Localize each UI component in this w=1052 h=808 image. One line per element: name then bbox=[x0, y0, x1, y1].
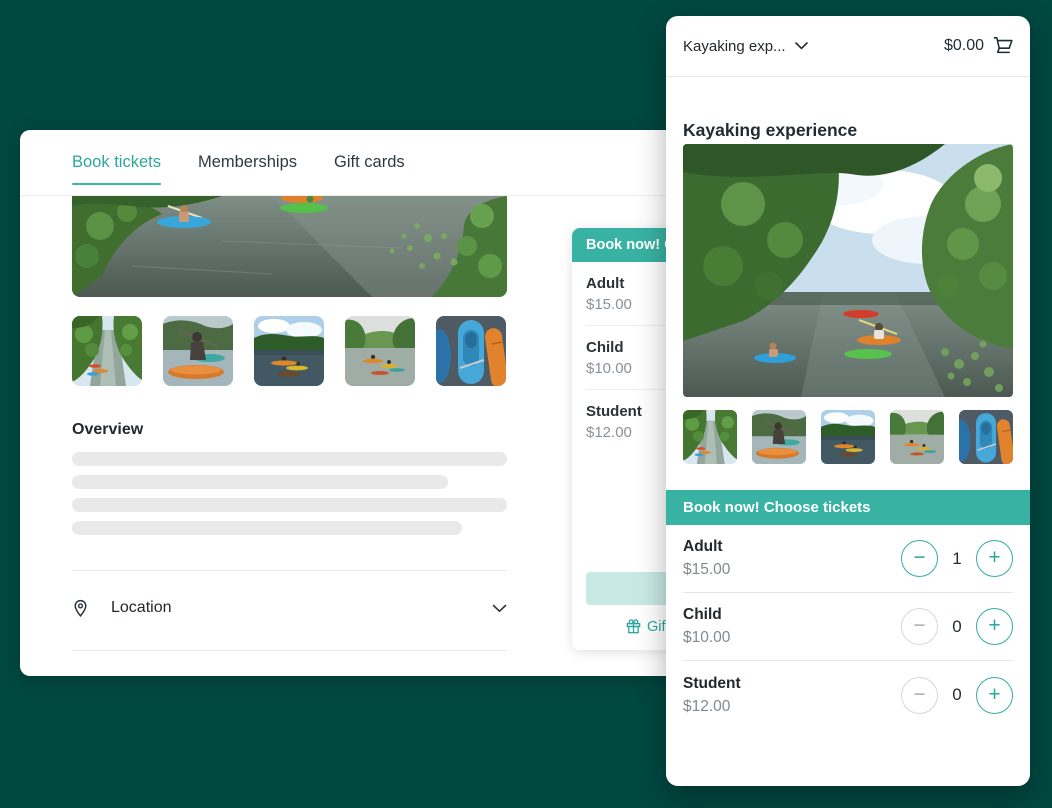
ticket-name: Adult bbox=[683, 538, 730, 556]
chevron-down-icon bbox=[795, 42, 808, 50]
quantity-stepper: − 0 + bbox=[901, 608, 1013, 645]
thumbnail-kayaker[interactable] bbox=[752, 410, 806, 464]
thumbnail-lake[interactable] bbox=[254, 316, 324, 386]
thumbnail-group-paddle[interactable] bbox=[345, 316, 415, 386]
location-pin-icon bbox=[72, 599, 89, 618]
section-divider bbox=[72, 570, 507, 571]
ticket-row: Child $10.00 bbox=[586, 326, 670, 390]
cart-button[interactable]: $0.00 bbox=[944, 36, 1014, 56]
text-skeleton-line bbox=[72, 452, 507, 466]
tab-gift-cards[interactable]: Gift cards bbox=[334, 153, 405, 172]
choose-tickets-banner: Book now! Choose tickets bbox=[666, 490, 1030, 525]
ticket-price: $15.00 bbox=[586, 296, 670, 313]
hero-photo[interactable] bbox=[72, 196, 507, 297]
decrease-button[interactable]: − bbox=[901, 677, 938, 714]
increase-button[interactable]: + bbox=[976, 540, 1013, 577]
ticket-name: Student bbox=[586, 403, 670, 420]
section-divider bbox=[72, 650, 507, 651]
cart-icon bbox=[992, 36, 1014, 56]
thumbnail-river[interactable] bbox=[72, 316, 142, 386]
location-accordion[interactable]: Location bbox=[72, 574, 507, 642]
experience-selector[interactable]: Kayaking exp... bbox=[683, 38, 808, 55]
text-skeleton-line bbox=[72, 521, 462, 535]
gallery-thumbnails bbox=[683, 410, 1013, 464]
ticket-name: Child bbox=[586, 339, 670, 356]
experience-title: Kayaking experience bbox=[683, 120, 857, 141]
chevron-down-icon bbox=[492, 604, 507, 613]
quantity-stepper: − 1 + bbox=[901, 540, 1013, 577]
ticket-list: Adult $15.00 − 1 + Child $10.00 − 0 + St… bbox=[683, 525, 1013, 729]
increase-button[interactable]: + bbox=[976, 677, 1013, 714]
ticket-name: Student bbox=[683, 675, 741, 693]
thumbnail-kayaks-closeup[interactable] bbox=[436, 316, 506, 386]
quantity-value: 0 bbox=[947, 685, 967, 705]
thumbnail-lake[interactable] bbox=[821, 410, 875, 464]
text-skeleton-line bbox=[72, 498, 507, 512]
cart-total: $0.00 bbox=[944, 37, 984, 55]
thumbnail-group-paddle[interactable] bbox=[890, 410, 944, 464]
quantity-value: 0 bbox=[947, 617, 967, 637]
ticket-price: $12.00 bbox=[586, 424, 670, 441]
ticket-row: Student $12.00 bbox=[586, 390, 670, 453]
experience-photo[interactable] bbox=[683, 144, 1013, 397]
thumbnail-river[interactable] bbox=[683, 410, 737, 464]
ticket-price: $15.00 bbox=[683, 561, 730, 579]
overlay-header: Kayaking exp... $0.00 bbox=[666, 16, 1030, 77]
quantity-stepper: − 0 + bbox=[901, 677, 1013, 714]
gift-icon bbox=[625, 618, 642, 635]
gallery-thumbnails bbox=[72, 316, 507, 386]
ticket-row: Adult $15.00 bbox=[586, 262, 670, 326]
decrease-button[interactable]: − bbox=[901, 540, 938, 577]
ticket-row: Adult $15.00 − 1 + bbox=[683, 525, 1013, 593]
thumbnail-kayaks-closeup[interactable] bbox=[959, 410, 1013, 464]
quantity-value: 1 bbox=[947, 549, 967, 569]
tab-book-tickets[interactable]: Book tickets bbox=[72, 153, 161, 172]
ticket-row: Student $12.00 − 0 + bbox=[683, 661, 1013, 729]
ticket-row: Child $10.00 − 0 + bbox=[683, 593, 1013, 661]
thumbnail-kayaker[interactable] bbox=[163, 316, 233, 386]
increase-button[interactable]: + bbox=[976, 608, 1013, 645]
location-label: Location bbox=[111, 599, 470, 617]
overview-heading: Overview bbox=[72, 421, 143, 439]
experience-selector-label: Kayaking exp... bbox=[683, 38, 786, 55]
ticket-price: $10.00 bbox=[586, 360, 670, 377]
tab-memberships[interactable]: Memberships bbox=[198, 153, 297, 172]
text-skeleton-line bbox=[72, 475, 448, 489]
ticket-price: $12.00 bbox=[683, 698, 741, 716]
ticket-price: $10.00 bbox=[683, 629, 730, 647]
decrease-button[interactable]: − bbox=[901, 608, 938, 645]
checkout-overlay-panel: Kayaking exp... $0.00 Kayaking experienc… bbox=[666, 16, 1030, 786]
ticket-name: Child bbox=[683, 606, 730, 624]
gift-link[interactable]: Gift bbox=[625, 618, 670, 635]
tab-bar: Book tickets Memberships Gift cards bbox=[20, 130, 700, 196]
ticket-name: Adult bbox=[586, 275, 670, 292]
